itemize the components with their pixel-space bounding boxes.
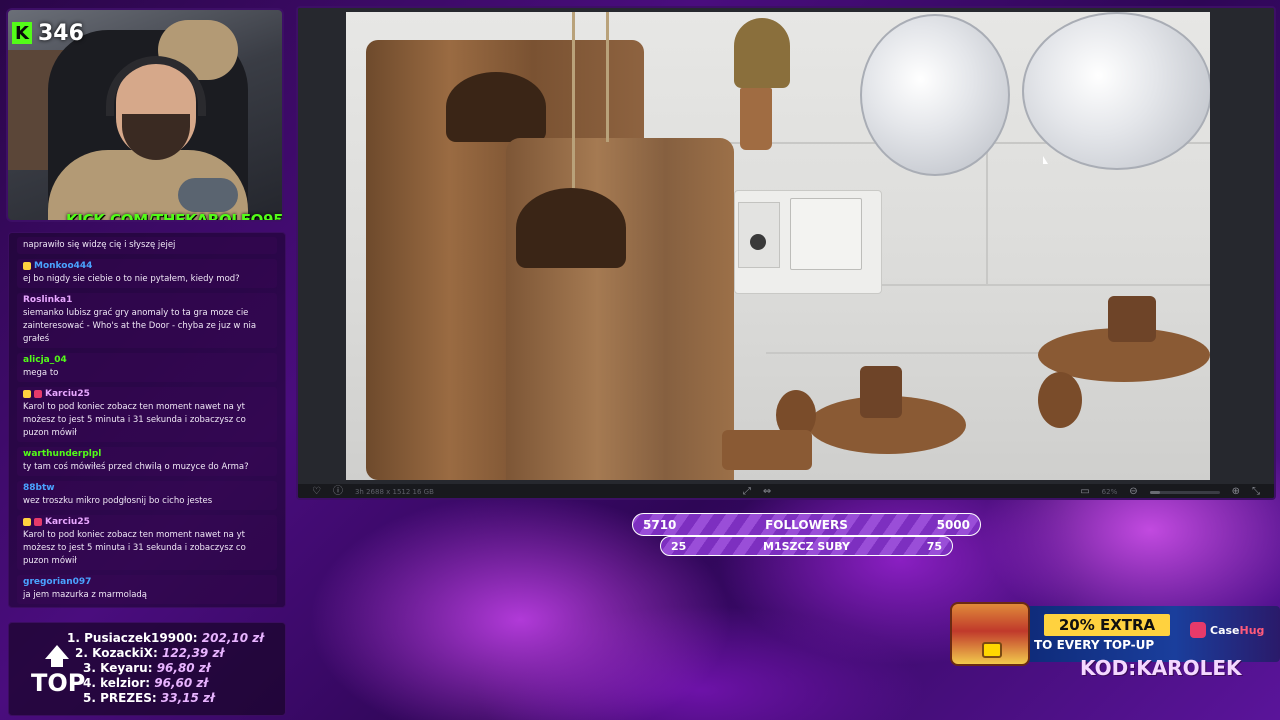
- chat-message-text: siemanko lubisz grać gry anomaly to ta g…: [23, 308, 257, 344]
- jar-knob: [1108, 296, 1156, 342]
- arrow-up-icon-stem: [51, 659, 63, 667]
- chat-message: gregorian097 ja jem mazurka z marmoladą: [17, 575, 277, 604]
- arrow-up-icon: [45, 645, 69, 659]
- jar-knob: [860, 366, 902, 418]
- chat-message: Karciu25 Karol to pod koniec zobacz ten …: [17, 515, 277, 570]
- screen-icon[interactable]: ▭: [1080, 487, 1089, 497]
- followers-target: 5000: [936, 517, 970, 532]
- crystal-glass: [860, 14, 1010, 176]
- board-stag-cutout: [446, 72, 546, 142]
- followers-goal-bar: 5710 FOLLOWERS 5000: [632, 513, 981, 536]
- wooden-spoon: [1038, 372, 1082, 428]
- webcam-feed: K 346 KICK.COM/THEKAROLEQ95: [6, 8, 284, 222]
- donor-row: 3. Keyaru: 96,80 zł: [83, 661, 211, 675]
- chat-message-text: ja jem mazurka z marmoladą: [23, 590, 148, 600]
- chat-message-text: mega to: [23, 368, 59, 378]
- viewer-count: 346: [38, 20, 84, 46]
- donor-row: 4. kelzior: 96,60 zł: [83, 676, 208, 690]
- chat-username[interactable]: gregorian097: [23, 577, 91, 587]
- chat-username[interactable]: 88btw: [23, 483, 55, 493]
- chat-panel[interactable]: naprawiło się widzę cię i słyszę jejej M…: [8, 232, 286, 608]
- stag-bottle-stopper: [734, 18, 790, 88]
- chat-username[interactable]: warthunderplpl: [23, 449, 101, 459]
- chat-message: Roslinka1 siemanko lubisz grać gry anoma…: [17, 293, 277, 348]
- zoom-level: 62%: [1101, 488, 1118, 496]
- chat-message-text: wez troszku mikro podgłosnij bo cicho je…: [23, 496, 213, 506]
- zoom-out-icon[interactable]: ⊖: [1129, 487, 1137, 497]
- compare-icon[interactable]: ⇔: [763, 487, 771, 497]
- chat-username[interactable]: alicja_04: [23, 355, 67, 365]
- chat-username[interactable]: Monkoo444: [34, 261, 92, 271]
- chat-message: Monkoo444 ej bo nigdy sie ciebie o to ni…: [17, 259, 277, 288]
- gifter-badge-icon: [34, 518, 42, 526]
- chat-username[interactable]: Karciu25: [45, 389, 90, 399]
- cutting-board-front: [506, 138, 734, 480]
- chat-message: Karciu25 Karol to pod koniec zobacz ten …: [17, 387, 277, 442]
- chat-message: warthunderplpl ty tam coś mówiłeś przed …: [17, 447, 277, 476]
- fit-icon[interactable]: ⤢: [743, 487, 751, 497]
- chat-username[interactable]: Roslinka1: [23, 295, 72, 305]
- image-viewer[interactable]: [298, 8, 1274, 484]
- file-info: 3h 2688 x 1512 16 GB: [354, 488, 434, 496]
- chat-message: naprawiło się widzę cię i słyszę jejej: [17, 237, 277, 254]
- channel-url: KICK.COM/THEKAROLEQ95: [66, 211, 284, 222]
- promo-code: KOD:KAROLEK: [1080, 656, 1242, 680]
- cork: [740, 88, 772, 150]
- chat-message-text: naprawiło się widzę cię i słyszę jejej: [23, 240, 176, 250]
- donor-row: 2. KozackiX: 122,39 zł: [75, 646, 224, 660]
- shared-screen[interactable]: ♡ ⓘ 3h 2688 x 1512 16 GB ⤢ ⇔ ▭ 62% ⊖ ⊕ ⤡: [296, 6, 1276, 500]
- heart-icon[interactable]: ♡: [312, 487, 321, 497]
- zoom-slider[interactable]: [1149, 490, 1220, 494]
- chat-message-text: Karol to pod koniec zobacz ten moment na…: [23, 402, 246, 438]
- casehug-promo: 20% EXTRA TO EVERY TOP-UP CaseHug KOD:KA…: [948, 602, 1280, 688]
- socket-hole: [750, 234, 766, 250]
- subs-label: M1SZCZ SUBY: [763, 539, 850, 553]
- board-stag-cutout: [516, 188, 626, 268]
- followers-current: 5710: [643, 517, 677, 532]
- followers-label: FOLLOWERS: [765, 517, 848, 532]
- sub-badge-icon: [23, 390, 31, 398]
- chat-message-text: ty tam coś mówiłeś przed chwilą o muzyce…: [23, 462, 249, 472]
- casehug-logo-icon: [1190, 622, 1206, 638]
- zoom-in-icon[interactable]: ⊕: [1232, 487, 1240, 497]
- microphone-icon: [178, 178, 238, 212]
- sub-badge-icon: [23, 262, 31, 270]
- promo-extra-label: 20% EXTRA: [1044, 614, 1170, 636]
- treasure-chest-icon: [950, 602, 1030, 666]
- kick-logo-icon: K: [12, 22, 32, 44]
- chat-message-text: ej bo nigdy sie ciebie o to nie pytałem,…: [23, 274, 240, 284]
- top-donors-list: 1. Pusiaczek19900: 202,10 zł 2. KozackiX…: [67, 631, 282, 706]
- promo-brand: CaseHug: [1190, 622, 1264, 638]
- mouse-cursor-icon: [1043, 156, 1048, 164]
- light-switch: [790, 198, 862, 270]
- wooden-cup: [722, 430, 812, 470]
- sub-badge-icon: [23, 518, 31, 526]
- chat-message-text: Karol to pod koniec zobacz ten moment na…: [23, 530, 246, 566]
- donor-row: 5. PREZES: 33,15 zł: [83, 691, 215, 705]
- subs-goal-bar: 25 M1SZCZ SUBY 75: [660, 536, 953, 556]
- promo-topup-label: TO EVERY TOP-UP: [1034, 638, 1155, 652]
- chat-message: 88btw wez troszku mikro podgłosnij bo ci…: [17, 481, 277, 510]
- crystal-glass: [1022, 12, 1210, 170]
- viewer-toolbar: ♡ ⓘ 3h 2688 x 1512 16 GB ⤢ ⇔ ▭ 62% ⊖ ⊕ ⤡: [298, 484, 1274, 498]
- chat-username[interactable]: Karciu25: [45, 517, 90, 527]
- chat-message: alicja_04 mega to: [17, 353, 277, 382]
- chest-lock-icon: [982, 642, 1002, 658]
- donor-row: 1. Pusiaczek19900: 202,10 zł: [67, 631, 264, 645]
- kitchen-photo[interactable]: [346, 12, 1210, 480]
- subs-target: 75: [926, 539, 942, 553]
- gifter-badge-icon: [34, 390, 42, 398]
- fullscreen-icon[interactable]: ⤡: [1252, 487, 1260, 497]
- viewer-count-badge: K 346: [8, 18, 88, 48]
- top-donors-panel: TOP 1. Pusiaczek19900: 202,10 zł 2. Koza…: [8, 622, 286, 716]
- info-icon[interactable]: ⓘ: [333, 487, 343, 497]
